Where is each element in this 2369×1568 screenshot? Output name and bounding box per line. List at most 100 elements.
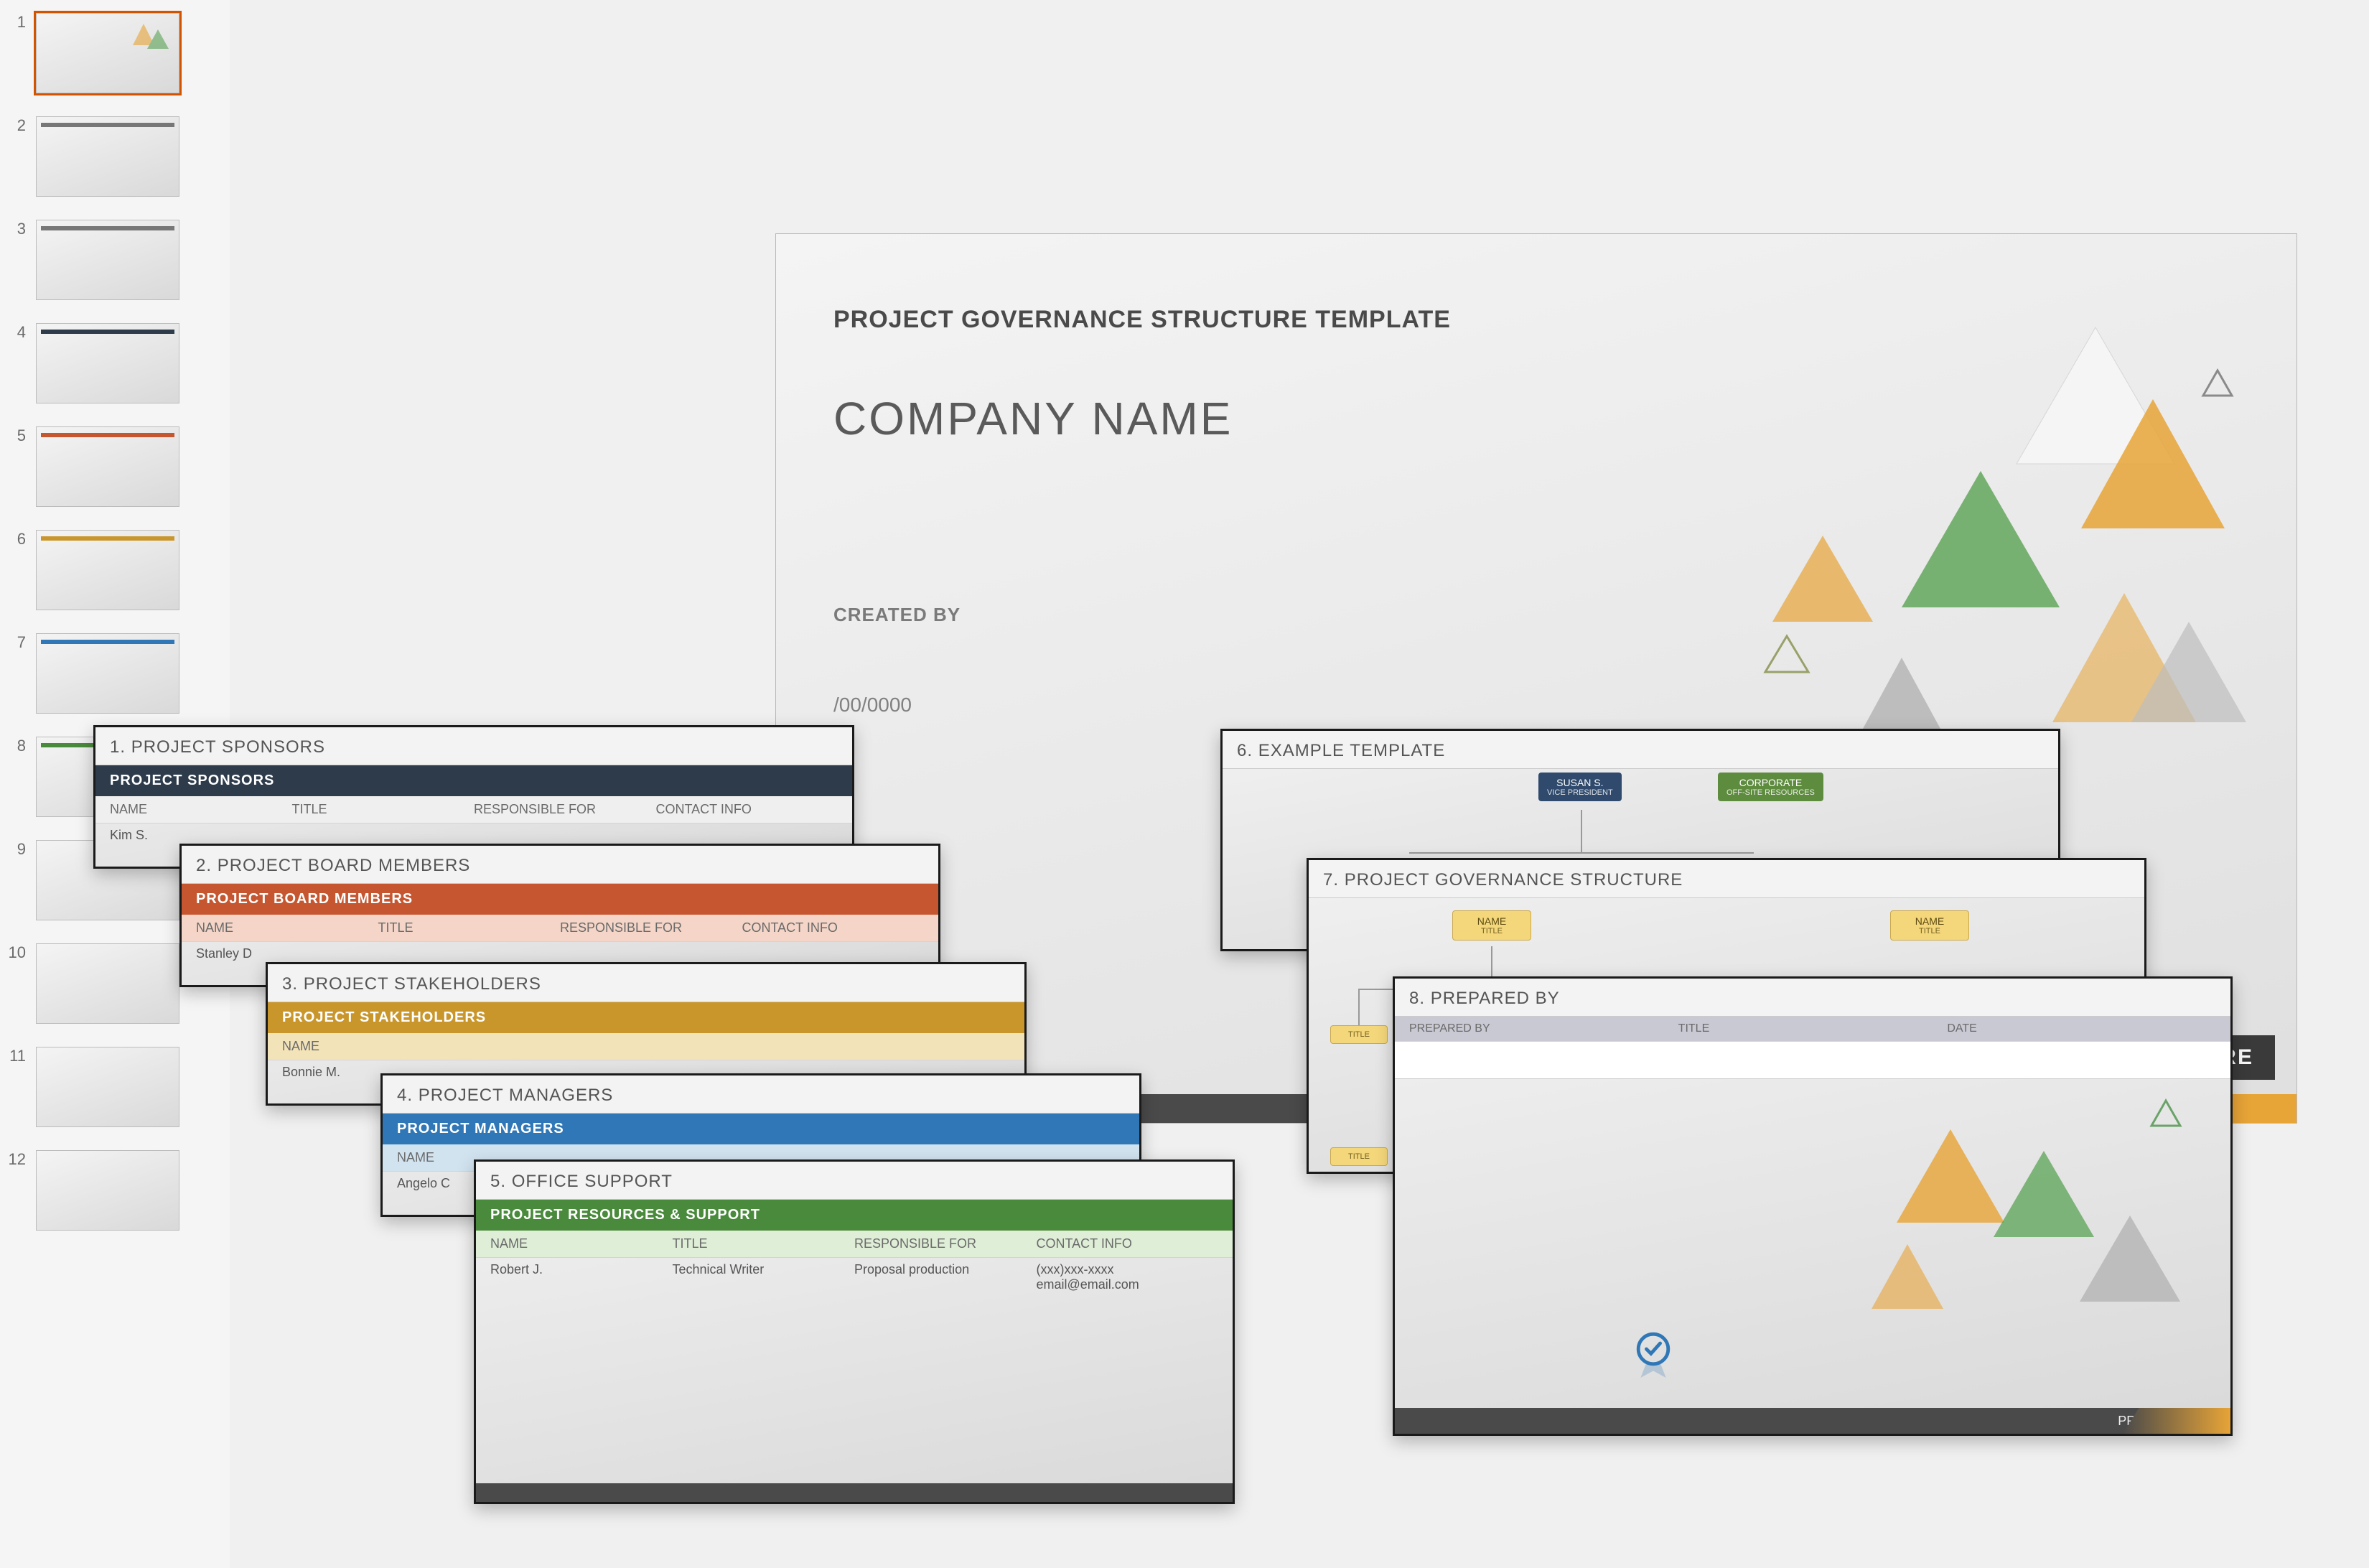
card-title-text: PROJECT SPONSORS <box>131 737 325 757</box>
thumb-number: 10 <box>0 943 36 962</box>
col-responsible: RESPONSIBLE FOR <box>560 920 742 935</box>
card-number: 6. <box>1237 741 1253 760</box>
thumb-number: 12 <box>0 1150 36 1169</box>
col-responsible: RESPONSIBLE FOR <box>854 1236 1037 1251</box>
cell: Proposal production <box>854 1262 1037 1292</box>
card-title-text: OFFICE SUPPORT <box>512 1172 673 1191</box>
card-title-text: PROJECT BOARD MEMBERS <box>218 856 471 875</box>
col-name: NAME <box>282 1039 464 1054</box>
thumb-number: 7 <box>0 633 36 652</box>
card-office-support[interactable]: 5. OFFICE SUPPORT PROJECT RESOURCES & SU… <box>474 1159 1235 1504</box>
slide-thumbnail-4[interactable] <box>36 323 179 403</box>
card-number: 8. <box>1409 989 1425 1008</box>
thumb-row[interactable]: 2 <box>0 116 230 197</box>
column-header-row: NAME <box>268 1033 1024 1060</box>
cell: (xxx)xxx-xxxx email@email.com <box>1037 1262 1219 1292</box>
thumb-number: 4 <box>0 323 36 342</box>
thumb-row[interactable]: 12 <box>0 1150 230 1231</box>
thumb-number: 3 <box>0 220 36 238</box>
card-title: 5. OFFICE SUPPORT <box>476 1162 1233 1200</box>
card-title-text: PROJECT STAKEHOLDERS <box>304 974 541 994</box>
card-title-text: PREPARED BY <box>1431 989 1560 1008</box>
thumb-row[interactable]: 1 <box>0 13 230 93</box>
org-node-resources: CORPORATE OFF-SITE RESOURCES <box>1718 773 1823 801</box>
card-title: 3. PROJECT STAKEHOLDERS <box>268 964 1024 1002</box>
card-footer-bar: PREPARED BY <box>1395 1408 2230 1434</box>
node-title: OFF-SITE RESOURCES <box>1726 788 1815 797</box>
company-name: COMPANY NAME <box>833 392 1233 445</box>
thumb-number: 1 <box>0 13 36 32</box>
slide-thumbnail-11[interactable] <box>36 1047 179 1127</box>
cell: Technical Writer <box>673 1262 855 1292</box>
thumb-row[interactable]: 3 <box>0 220 230 300</box>
node-title: VICE PRESIDENT <box>1547 788 1613 797</box>
card-title-text: PROJECT GOVERNANCE STRUCTURE <box>1345 870 1683 890</box>
col-contact: CONTACT INFO <box>742 920 925 935</box>
card-title-text: PROJECT MANAGERS <box>419 1086 614 1105</box>
thumb-row[interactable]: 4 <box>0 323 230 403</box>
card-title-text: EXAMPLE TEMPLATE <box>1258 741 1446 760</box>
col-responsible: RESPONSIBLE FOR <box>474 802 656 817</box>
band-label: PROJECT RESOURCES & SUPPORT <box>476 1200 1233 1231</box>
col-title: TITLE <box>673 1236 855 1251</box>
slide-thumbnail-3[interactable] <box>36 220 179 300</box>
triangle-deco-icon <box>126 17 176 52</box>
date-placeholder: /00/0000 <box>833 694 912 717</box>
slide-thumbnail-1[interactable] <box>36 13 179 93</box>
card-number: 7. <box>1323 870 1339 890</box>
thumb-row[interactable]: 7 <box>0 633 230 714</box>
col-name: NAME <box>196 920 378 935</box>
card-title: 1. PROJECT SPONSORS <box>95 727 852 765</box>
node-name: CORPORATE <box>1739 777 1803 788</box>
cell: Stanley D <box>196 946 378 961</box>
col-date: DATE <box>1947 1022 2216 1035</box>
node-name: NAME <box>1915 915 1944 927</box>
thumb-number: 6 <box>0 530 36 549</box>
created-by-label: CREATED BY <box>833 604 961 626</box>
org-node-vp: SUSAN S. VICE PRESIDENT <box>1538 773 1622 801</box>
org-node: NAME TITLE <box>1452 910 1531 941</box>
card-number: 1. <box>110 737 126 757</box>
card-prepared-by[interactable]: 8. PREPARED BY PREPARED BY TITLE DATE PR… <box>1393 976 2233 1436</box>
column-header-row: NAME TITLE RESPONSIBLE FOR CONTACT INFO <box>182 915 938 942</box>
card-footer-bar <box>476 1483 1233 1502</box>
card-title: 6. EXAMPLE TEMPLATE <box>1223 731 2058 769</box>
node-title: TITLE <box>1900 927 1960 935</box>
col-title: TITLE <box>378 920 561 935</box>
thumb-row[interactable]: 5 <box>0 426 230 507</box>
col-title: TITLE <box>1678 1022 1948 1035</box>
slide-subtitle: PROJECT GOVERNANCE STRUCTURE TEMPLATE <box>833 306 1451 334</box>
empty-input-row[interactable] <box>1395 1042 2230 1079</box>
slide-thumbnail-6[interactable] <box>36 530 179 610</box>
node-name: NAME <box>1477 915 1506 927</box>
triangle-decoration <box>1828 1086 2216 1359</box>
col-name: NAME <box>110 802 292 817</box>
cell: Robert J. <box>490 1262 673 1292</box>
node-name: SUSAN S. <box>1556 777 1603 788</box>
slide-thumbnail-5[interactable] <box>36 426 179 507</box>
thumb-row[interactable]: 11 <box>0 1047 230 1127</box>
table-row: Robert J. Technical Writer Proposal prod… <box>476 1258 1233 1297</box>
thumb-row[interactable]: 6 <box>0 530 230 610</box>
slide-thumbnail-7[interactable] <box>36 633 179 714</box>
node-title: TITLE <box>1462 927 1522 935</box>
thumb-number: 2 <box>0 116 36 135</box>
footer-accent-icon <box>2123 1408 2230 1434</box>
slide-thumbnail-10[interactable] <box>36 943 179 1024</box>
column-header-row: PREPARED BY TITLE DATE <box>1395 1017 2230 1042</box>
band-label: PROJECT MANAGERS <box>383 1114 1139 1144</box>
band-label: PROJECT BOARD MEMBERS <box>182 884 938 915</box>
cell: Kim S. <box>110 828 292 843</box>
col-name: NAME <box>490 1236 673 1251</box>
card-title: 4. PROJECT MANAGERS <box>383 1075 1139 1114</box>
slide-thumbnail-2[interactable] <box>36 116 179 197</box>
card-number: 3. <box>282 974 298 994</box>
card-title: 8. PREPARED BY <box>1395 979 2230 1017</box>
slide-thumbnail-12[interactable] <box>36 1150 179 1231</box>
card-number: 5. <box>490 1172 506 1191</box>
col-contact: CONTACT INFO <box>656 802 838 817</box>
column-header-row: NAME TITLE RESPONSIBLE FOR CONTACT INFO <box>476 1231 1233 1258</box>
thumb-number: 8 <box>0 737 36 755</box>
col-prepared: PREPARED BY <box>1409 1022 1678 1035</box>
thumb-number: 5 <box>0 426 36 445</box>
